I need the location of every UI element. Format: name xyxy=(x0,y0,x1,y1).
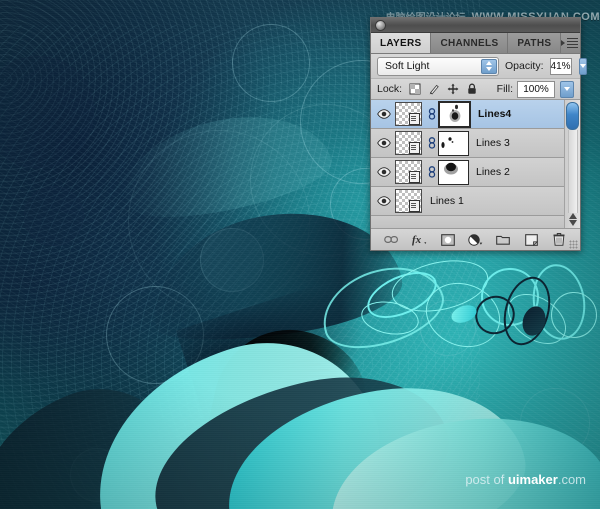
chain-link-icon xyxy=(428,166,436,178)
eye-icon xyxy=(377,138,391,148)
mask-preview xyxy=(439,132,468,155)
lock-buttons[interactable] xyxy=(409,83,478,95)
mask-preview xyxy=(440,103,469,126)
svg-text:fx: fx xyxy=(412,234,422,246)
watermark-bottom: post of uimaker.com xyxy=(465,472,586,487)
layer-row-lines3[interactable]: Lines 3 xyxy=(371,129,580,158)
eye-icon xyxy=(377,196,391,206)
new-layer-icon[interactable] xyxy=(524,233,539,247)
lock-position-icon[interactable] xyxy=(447,83,459,95)
layer-thumbnail[interactable] xyxy=(395,102,422,126)
add-layer-mask-icon[interactable] xyxy=(440,233,455,247)
lock-image-pixels-icon[interactable] xyxy=(428,83,440,95)
panel-resize-grip[interactable] xyxy=(569,240,578,249)
chain-link-icon xyxy=(428,137,436,149)
layer-mask-thumbnail[interactable] xyxy=(438,101,471,128)
layer-style-fx-icon[interactable]: fx xyxy=(412,233,427,247)
stepper-down-icon xyxy=(486,67,492,71)
scrollbar-track[interactable] xyxy=(568,130,578,213)
panel-collapse-button[interactable] xyxy=(375,20,386,31)
tab-channels[interactable]: CHANNELS xyxy=(431,33,508,53)
layer-thumbnail[interactable] xyxy=(395,131,422,155)
new-page-icon xyxy=(525,234,538,246)
watermark-bottom-suffix: .com xyxy=(558,472,586,487)
chain-link-icon xyxy=(428,108,436,120)
stepper-up-icon xyxy=(486,61,492,65)
opacity-input[interactable]: 41% xyxy=(550,58,572,75)
watermark-bottom-prefix: post of xyxy=(465,472,508,487)
chevron-down-icon xyxy=(564,87,570,91)
mask-preview xyxy=(439,161,468,184)
scrollbar-arrows[interactable] xyxy=(569,213,577,228)
panel-menu-button[interactable] xyxy=(561,33,584,53)
layer-name: Lines 3 xyxy=(476,137,510,149)
layer-row-lines1[interactable]: Lines 1 xyxy=(371,187,580,216)
link-layers-icon[interactable] xyxy=(384,233,399,247)
lock-row[interactable]: Lock: Fill: 100% xyxy=(371,79,580,100)
trash-icon xyxy=(553,233,565,246)
layer-name: Lines4 xyxy=(478,108,511,120)
layer-mask-thumbnail[interactable] xyxy=(438,131,469,156)
fill-label: Fill: xyxy=(497,83,513,95)
fill-input[interactable]: 100% xyxy=(517,81,555,98)
blend-mode-value: Soft Light xyxy=(385,60,429,72)
smart-object-badge-icon xyxy=(409,200,420,212)
lock-transparent-pixels-icon[interactable] xyxy=(409,83,421,95)
layer-thumbnail[interactable] xyxy=(395,189,422,213)
eye-icon xyxy=(377,109,391,119)
new-group-icon[interactable] xyxy=(496,233,511,247)
layer-visibility-toggle[interactable] xyxy=(373,138,395,148)
layer-list-scrollbar[interactable] xyxy=(564,100,580,228)
new-adjustment-layer-icon[interactable] xyxy=(468,233,483,247)
eye-icon xyxy=(377,167,391,177)
mask-icon xyxy=(441,234,455,246)
opacity-label: Opacity: xyxy=(505,60,544,72)
panel-bottom-toolbar[interactable]: fx xyxy=(371,228,580,250)
chain-icon xyxy=(384,235,399,244)
scroll-up-arrow-icon[interactable] xyxy=(569,213,577,219)
blend-mode-stepper[interactable] xyxy=(481,59,497,74)
opacity-slider-button[interactable] xyxy=(579,58,587,75)
smart-object-badge-icon xyxy=(409,171,420,183)
chevron-down-icon xyxy=(561,40,565,46)
layer-row-lines2[interactable]: Lines 2 xyxy=(371,158,580,187)
panel-tab-bar[interactable]: LAYERS CHANNELS PATHS xyxy=(371,33,580,54)
half-filled-circle-icon xyxy=(468,234,483,246)
menu-lines-icon xyxy=(567,38,578,49)
delete-layer-icon[interactable] xyxy=(551,233,566,247)
layer-visibility-toggle[interactable] xyxy=(373,109,395,119)
layer-name: Lines 1 xyxy=(430,195,464,207)
tab-paths[interactable]: PATHS xyxy=(508,33,561,53)
fill-group[interactable]: Fill: 100% xyxy=(497,81,574,98)
smart-object-badge-icon xyxy=(409,113,420,125)
folder-icon xyxy=(496,234,510,245)
layer-thumbnail[interactable] xyxy=(395,160,422,184)
layer-link-icon[interactable] xyxy=(427,108,436,120)
layers-panel[interactable]: LAYERS CHANNELS PATHS Soft Light Opacity… xyxy=(370,17,581,251)
lock-all-icon[interactable] xyxy=(466,83,478,95)
scrollbar-thumb[interactable] xyxy=(566,102,579,130)
watermark-bottom-brand: uimaker xyxy=(508,472,558,487)
layer-link-icon[interactable] xyxy=(427,166,436,178)
blend-mode-select[interactable]: Soft Light xyxy=(377,57,499,76)
panel-titlebar[interactable] xyxy=(371,18,580,33)
fill-slider-button[interactable] xyxy=(560,81,574,98)
blend-and-opacity-row[interactable]: Soft Light Opacity: 41% xyxy=(371,54,580,79)
layer-visibility-toggle[interactable] xyxy=(373,167,395,177)
tab-layers[interactable]: LAYERS xyxy=(371,33,431,53)
smart-object-badge-icon xyxy=(409,142,420,154)
lock-label: Lock: xyxy=(377,83,402,95)
scroll-down-arrow-icon[interactable] xyxy=(569,220,577,226)
layer-list-empty-space xyxy=(371,216,580,228)
fx-icon: fx xyxy=(412,233,427,246)
layer-visibility-toggle[interactable] xyxy=(373,196,395,206)
layer-mask-thumbnail[interactable] xyxy=(438,160,469,185)
layer-row-lines4[interactable]: Lines4 xyxy=(371,100,580,129)
layer-list[interactable]: Lines4 xyxy=(371,100,580,228)
layer-link-icon[interactable] xyxy=(427,137,436,149)
layer-name: Lines 2 xyxy=(476,166,510,178)
chevron-down-icon xyxy=(580,64,586,68)
